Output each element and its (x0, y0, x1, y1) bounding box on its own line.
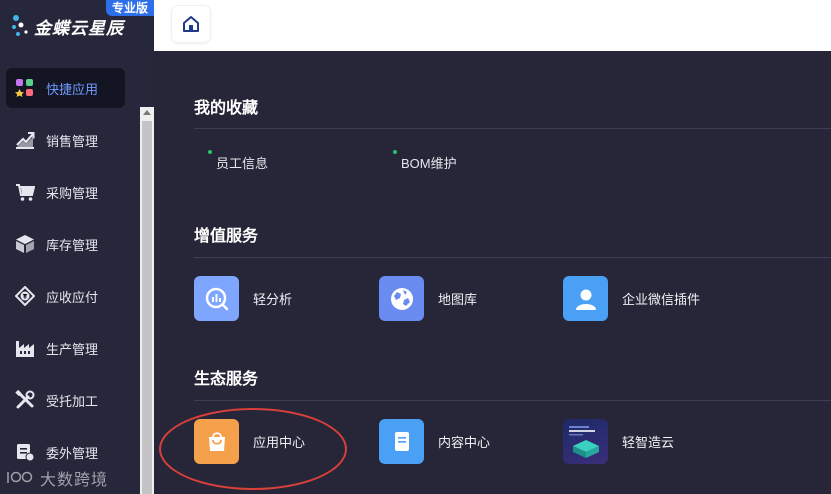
watermark-logo-icon (6, 469, 36, 488)
home-button[interactable] (172, 6, 210, 42)
favorite-item-label: BOM维护 (401, 156, 457, 171)
section-divider (194, 257, 831, 258)
outsource-icon (14, 441, 36, 463)
tile-label: 轻智造云 (622, 435, 675, 450)
tile-label: 轻分析 (253, 292, 293, 307)
map-icon (379, 276, 424, 321)
app-logo[interactable]: 金蝶云星辰 专业版 (0, 0, 154, 52)
scrollbar-thumb[interactable] (142, 121, 152, 494)
top-bar (154, 0, 831, 51)
tile-label: 内容中心 (438, 435, 491, 450)
home-icon (183, 16, 199, 32)
favorite-item[interactable]: BOM维护 (393, 150, 457, 172)
sidebar-nav: 快捷应用 销售管理 采购管理 库存管理 应收应付 生产管理 受托加工 委外管理 (0, 68, 140, 484)
cube-stack-icon (563, 419, 608, 464)
app-grid-icon (14, 77, 36, 99)
factory-icon (14, 337, 36, 359)
sidebar-item-label: 受托加工 (46, 393, 99, 409)
section-divider (194, 400, 831, 401)
status-dot (208, 150, 212, 154)
tile-map-library[interactable]: 地图库 (379, 276, 477, 321)
tools-icon (14, 389, 36, 411)
sidebar-item-label: 采购管理 (46, 185, 99, 201)
sidebar-item-inventory[interactable]: 库存管理 (0, 224, 140, 264)
watermark: 大数跨境 (6, 466, 108, 490)
sidebar-item-consigned-processing[interactable]: 受托加工 (0, 380, 140, 420)
main-content: 我的收藏 员工信息 BOM维护 增值服务 轻分析 地图库 企业微信插件 生态服务… (154, 51, 831, 494)
edition-badge: 专业版 (106, 0, 154, 16)
sidebar: 金蝶云星辰 专业版 快捷应用 销售管理 采购管理 库存管理 应收应付 生产管理 … (0, 0, 154, 494)
tile-light-analysis[interactable]: 轻分析 (194, 276, 292, 321)
tile-label: 企业微信插件 (622, 292, 701, 307)
status-dot (393, 150, 397, 154)
sidebar-item-quick-apps[interactable]: 快捷应用 (6, 68, 125, 108)
tile-label: 应用中心 (253, 435, 306, 450)
section-divider (194, 128, 831, 129)
sidebar-item-label: 生产管理 (46, 341, 99, 357)
sidebar-item-label: 委外管理 (46, 445, 99, 461)
tile-app-center[interactable]: 应用中心 (194, 419, 305, 464)
sidebar-item-receivable-payable[interactable]: 应收应付 (0, 276, 140, 316)
sidebar-scrollbar[interactable] (140, 107, 154, 494)
scroll-up-arrow-icon[interactable] (143, 110, 151, 115)
trend-chart-icon (14, 129, 36, 151)
sidebar-item-production[interactable]: 生产管理 (0, 328, 140, 368)
section-title-ecosystem: 生态服务 (194, 371, 259, 388)
book-icon (379, 419, 424, 464)
sidebar-item-sales[interactable]: 销售管理 (0, 120, 140, 160)
analysis-icon (194, 276, 239, 321)
tile-light-manufacturing-cloud[interactable]: 轻智造云 (563, 419, 674, 464)
payment-icon (14, 285, 36, 307)
brand-dots-icon (12, 15, 28, 36)
watermark-text: 大数跨境 (40, 472, 109, 489)
shopping-cart-icon (14, 181, 36, 203)
section-title-value-added: 增值服务 (194, 228, 259, 245)
sidebar-item-label: 销售管理 (46, 133, 99, 149)
sidebar-item-label: 库存管理 (46, 237, 99, 253)
sidebar-item-purchase[interactable]: 采购管理 (0, 172, 140, 212)
tile-content-center[interactable]: 内容中心 (379, 419, 490, 464)
tile-wecom-plugin[interactable]: 企业微信插件 (563, 276, 700, 321)
box-icon (14, 233, 36, 255)
brand-name: 金蝶云星辰 (34, 19, 124, 38)
favorite-item[interactable]: 员工信息 (208, 150, 269, 172)
sidebar-item-label: 快捷应用 (46, 81, 99, 97)
user-icon (563, 276, 608, 321)
sidebar-item-label: 应收应付 (46, 289, 99, 305)
shopping-bag-icon (194, 419, 239, 464)
section-title-favorites: 我的收藏 (194, 100, 259, 117)
favorite-item-label: 员工信息 (216, 156, 269, 171)
tile-label: 地图库 (438, 292, 478, 307)
